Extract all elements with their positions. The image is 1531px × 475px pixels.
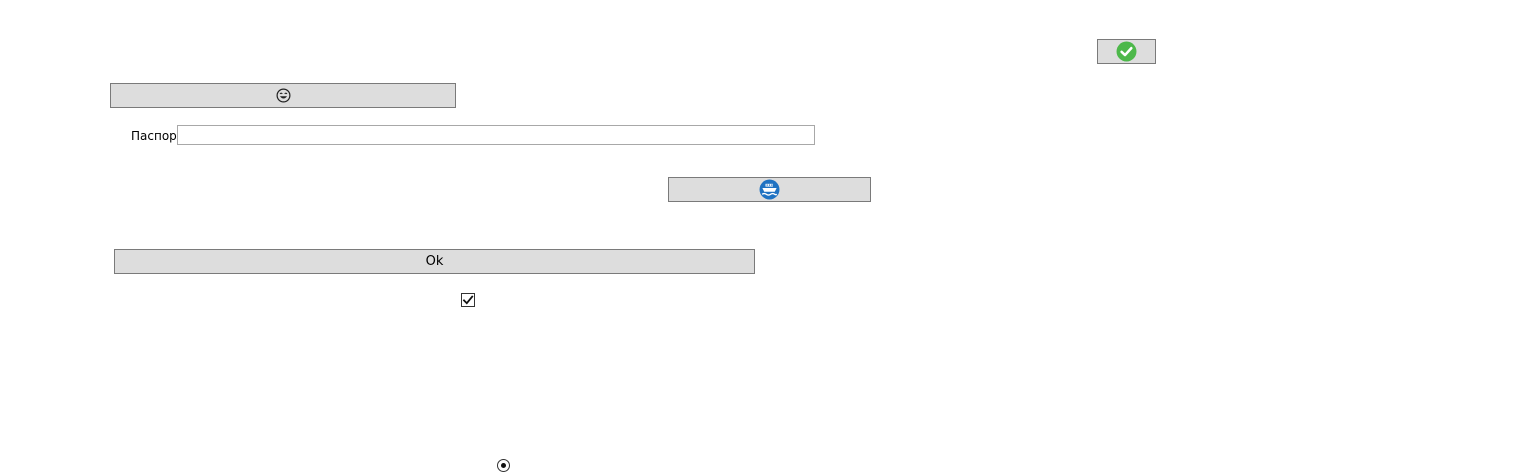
confirm-button[interactable] [1097, 39, 1156, 64]
ok-button-label: Ok [425, 254, 444, 269]
passport-input[interactable] [177, 125, 815, 145]
radio-selected-dot [501, 463, 506, 468]
ok-button[interactable]: Ok [114, 249, 755, 274]
ship-button[interactable] [668, 177, 871, 202]
green-check-icon [1116, 41, 1137, 62]
ship-icon [759, 179, 780, 200]
smiling-face-icon [276, 88, 291, 103]
checkmark-icon [462, 295, 474, 305]
face-button[interactable] [110, 83, 456, 108]
passport-label: Паспорт [131, 129, 184, 143]
checkbox[interactable] [461, 293, 475, 307]
radio-button[interactable] [497, 459, 510, 472]
